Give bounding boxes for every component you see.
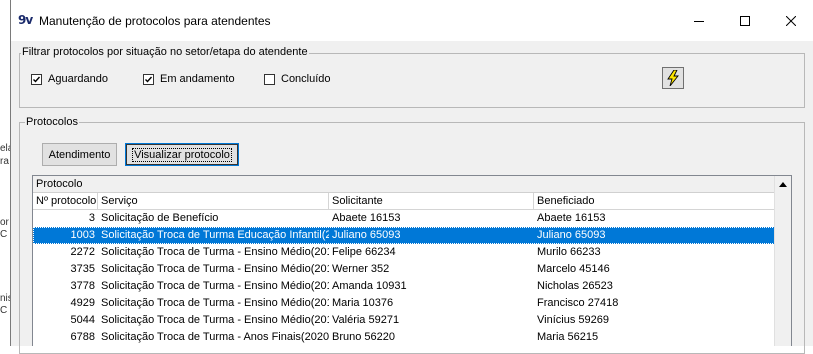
cell-beneficiado: Abaete 16153 (537, 212, 606, 224)
checkbox-box (264, 73, 275, 85)
scroll-up-button[interactable] (775, 176, 791, 193)
app-icon: 9v (18, 13, 33, 27)
cell-servico: Solicitação Troca de Turma - Ensino Médi… (101, 246, 329, 258)
cell-beneficiado: Nicholas 26523 (537, 280, 613, 292)
column-header-servico[interactable]: Serviço (98, 193, 329, 210)
aguardando-label: Aguardando (48, 73, 108, 85)
aguardando-checkbox[interactable]: Aguardando (31, 73, 108, 85)
maximize-icon (740, 15, 750, 26)
cell-servico: Solicitação Troca de Turma - Ensino Médi… (101, 297, 329, 309)
concluido-checkbox[interactable]: Concluído (264, 73, 331, 85)
cell-solicitante: Valéria 59271 (332, 314, 400, 326)
table-row[interactable]: 3 Solicitação de Benefício Abaete 16153 Aba… (33, 210, 775, 227)
cell-servico: Solicitação Troca de Turma - Ensino Médi… (101, 314, 329, 326)
table-row[interactable]: 3735 Solicitação Troca de Turma - Ensino … (33, 261, 775, 278)
background-strip: ela ra or C nis C (0, 0, 10, 346)
cell-servico: Solicitação Troca de Turma - Ensino Médi… (101, 280, 329, 292)
minimize-icon (694, 20, 704, 22)
cell-numero: 1003 (70, 229, 95, 241)
checkmark-icon (33, 76, 41, 83)
background-text: or (0, 217, 9, 228)
cell-solicitante: Abaete 16153 (332, 212, 401, 224)
table-row[interactable]: 5044 Solicitação Troca de Turma - Ensino … (33, 312, 775, 329)
cell-solicitante: Maria 10376 (332, 297, 394, 309)
table-row[interactable]: 6788 Solicitação Troca de Turma - Anos Fi… (33, 329, 775, 346)
scroll-up-arrow-icon (779, 182, 787, 187)
visualizar-protocolo-label: Visualizar protocolo (132, 147, 232, 162)
title-bar[interactable]: 9v Manutenção de protocolos para atenden… (11, 0, 813, 41)
column-header-solicitante[interactable]: Solicitante (329, 193, 534, 210)
column-header-beneficiado[interactable]: Beneficiado (534, 193, 775, 210)
checkbox-box (143, 73, 154, 85)
filter-legend: Filtrar protocolos por situação no setor… (21, 46, 309, 58)
checkmark-icon (145, 76, 153, 83)
minimize-button[interactable] (676, 0, 722, 41)
atendimento-label: Atendimento (48, 148, 111, 161)
main-window: 9v Manutenção de protocolos para atenden… (10, 0, 813, 354)
cell-beneficiado: Murilo 66233 (537, 246, 601, 258)
background-text: C (0, 305, 8, 316)
table-row[interactable]: 3778 Solicitação Troca de Turma - Ensino … (33, 278, 775, 295)
cell-numero: 5044 (70, 314, 95, 326)
table-row[interactable]: 4929 Solicitação Troca de Turma - Ensino … (33, 295, 775, 312)
background-text: C (0, 229, 8, 240)
filter-group (19, 53, 805, 108)
concluido-label: Concluído (281, 73, 331, 85)
cell-numero: 3735 (70, 263, 95, 275)
cell-beneficiado: Juliano 65093 (537, 229, 606, 241)
cell-beneficiado: Maria 56215 (537, 331, 599, 343)
cell-servico: Solicitação Troca de Turma - Anos Finais… (101, 331, 329, 343)
cell-beneficiado: Vinícius 59269 (537, 314, 609, 326)
window-title: Manutenção de protocolos para atendentes (39, 14, 271, 28)
column-header-numero[interactable]: Nº protocolo (33, 193, 98, 210)
table-row[interactable]: 2272 Solicitação Troca de Turma - Ensino … (33, 244, 775, 261)
cell-servico: Solicitação Troca de Turma Educação Infa… (101, 229, 329, 241)
cell-solicitante: Bruno 56220 (332, 331, 395, 343)
background-text: ra (0, 156, 9, 167)
maximize-button[interactable] (722, 0, 768, 41)
em-andamento-label: Em andamento (160, 73, 235, 85)
background-text: ela (0, 143, 10, 154)
cell-beneficiado: Marcelo 45146 (537, 263, 610, 275)
visualizar-protocolo-button[interactable]: Visualizar protocolo (125, 143, 239, 166)
refresh-button[interactable] (662, 67, 684, 89)
cell-solicitante: Werner 352 (332, 263, 390, 275)
cell-numero: 6788 (70, 331, 95, 343)
cell-servico: Solicitação de Benefício (101, 212, 219, 224)
protocolos-legend: Protocolos (25, 116, 79, 128)
cell-solicitante: Amanda 10931 (332, 280, 407, 292)
checkbox-box (31, 73, 42, 85)
close-icon (786, 15, 796, 26)
atendimento-button[interactable]: Atendimento (42, 143, 117, 166)
cell-numero: 4929 (70, 297, 95, 309)
em-andamento-checkbox[interactable]: Em andamento (143, 73, 235, 85)
grid-caption: Protocolo (33, 176, 775, 193)
cell-numero: 2272 (70, 246, 95, 258)
cell-solicitante: Juliano 65093 (332, 229, 401, 241)
lightning-icon (667, 70, 679, 86)
cell-solicitante: Felipe 66234 (332, 246, 396, 258)
protocol-grid[interactable]: Protocolo Nº protocolo Serviço Solicitan… (32, 175, 792, 346)
table-row[interactable]: 1003 Solicitação Troca de Turma Educação … (33, 227, 775, 244)
cell-servico: Solicitação Troca de Turma - Ensino Médi… (101, 263, 329, 275)
cell-numero: 3 (88, 212, 95, 224)
background-text: nis (0, 293, 10, 304)
close-button[interactable] (768, 0, 813, 41)
vertical-scrollbar[interactable] (774, 176, 791, 346)
cell-beneficiado: Francisco 27418 (537, 297, 619, 309)
cell-numero: 3778 (70, 280, 95, 292)
